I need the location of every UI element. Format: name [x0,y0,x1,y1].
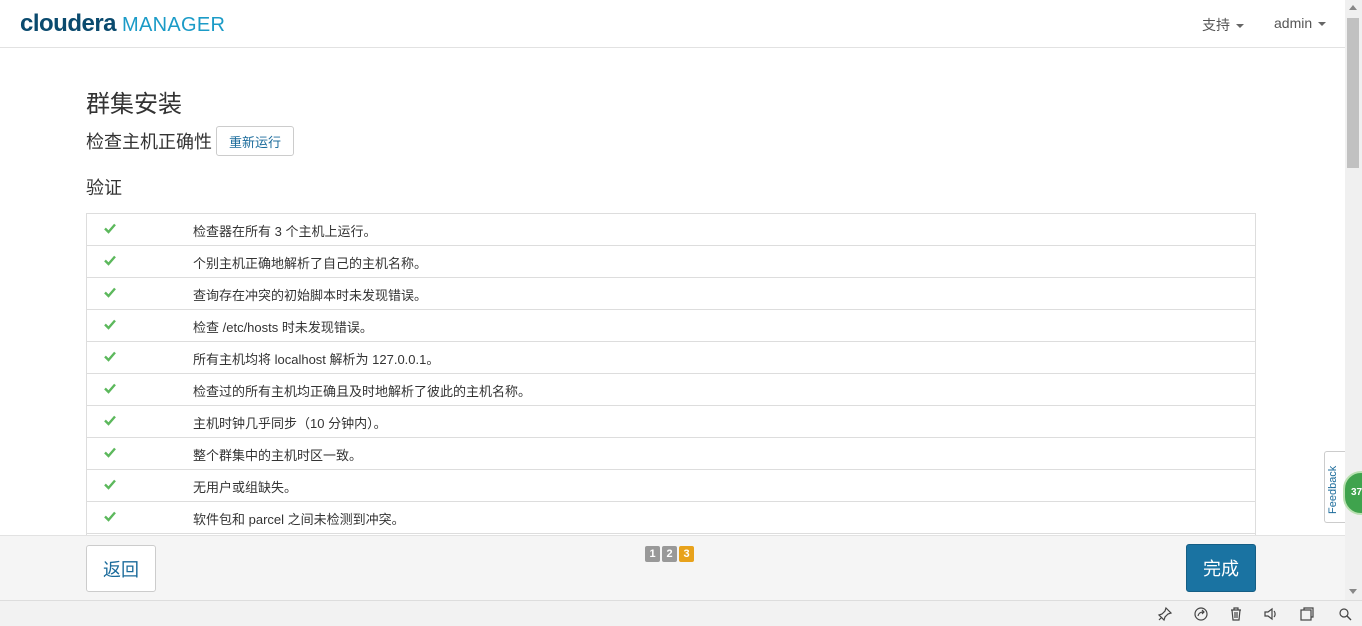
support-menu-label: 支持 [1202,17,1230,33]
check-text: 个别主机正确地解析了自己的主机名称。 [193,256,428,271]
check-text: 检查 /etc/hosts 时未发现错误。 [193,320,373,335]
check-text: 无用户或组缺失。 [193,480,298,495]
wizard-footer: 返回 1 2 3 完成 [0,535,1345,601]
top-navbar: cloudera MANAGER 支持 admin [0,0,1345,48]
support-menu[interactable]: 支持 [1202,15,1244,35]
pin-icon[interactable] [1157,606,1173,622]
check-text: 整个群集中的主机时区一致。 [193,448,363,463]
check-icon [104,447,116,458]
feedback-tab[interactable]: Feedback [1324,451,1345,523]
check-icon [104,319,116,330]
table-row: 个别主机正确地解析了自己的主机名称。 [87,246,1255,278]
logo-product: MANAGER [122,14,226,36]
check-icon [104,255,116,266]
caret-down-icon [1318,22,1327,27]
table-row: 无用户或组缺失。 [87,470,1255,502]
check-text: 主机时钟几乎同步（10 分钟内）。 [193,416,387,431]
step-2[interactable]: 2 [662,546,677,562]
step-1[interactable]: 1 [645,546,660,562]
window-icon[interactable] [1299,606,1315,622]
check-icon [104,383,116,394]
check-text: 所有主机均将 localhost 解析为 127.0.0.1。 [193,352,440,367]
page-subtitle: 检查主机正确性 [86,132,212,152]
speaker-icon[interactable] [1263,606,1279,622]
back-button[interactable]: 返回 [86,545,156,592]
feedback-label: Feedback [1327,465,1339,514]
user-menu-label: admin [1274,15,1313,31]
check-text: 检查器在所有 3 个主机上运行。 [193,224,377,239]
table-row: 主机时钟几乎同步（10 分钟内）。 [87,406,1255,438]
table-row: 查询存在冲突的初始脚本时未发现错误。 [87,278,1255,310]
validation-checks-table: 检查器在所有 3 个主机上运行。 个别主机正确地解析了自己的主机名称。 查询存在… [86,213,1256,535]
section-title: 验证 [86,178,122,198]
check-text: 软件包和 parcel 之间未检测到冲突。 [193,512,405,527]
scrollbar-thumb[interactable] [1347,18,1359,168]
table-row: 检查过的所有主机均正确且及时地解析了彼此的主机名称。 [87,374,1255,406]
check-icon [104,479,116,490]
scroll-down-icon[interactable] [1349,589,1357,594]
check-icon [104,287,116,298]
page-title: 群集安装 [86,91,182,118]
subtitle-row: 检查主机正确性 重新运行 [86,125,295,157]
table-row: 检查器在所有 3 个主机上运行。 [87,214,1255,246]
table-row: 检查 /etc/hosts 时未发现错误。 [87,310,1255,342]
logo-brand: cloudera [20,10,117,37]
table-row: 所有主机均将 localhost 解析为 127.0.0.1。 [87,342,1255,374]
user-menu[interactable]: admin [1274,15,1327,31]
rerun-button[interactable]: 重新运行 [216,126,295,156]
trash-icon[interactable] [1228,606,1244,622]
browser-status-bar [0,600,1362,626]
step-3[interactable]: 3 [679,546,694,562]
share-icon[interactable] [1193,606,1209,622]
check-text: 检查过的所有主机均正确且及时地解析了彼此的主机名称。 [193,384,532,399]
check-icon [104,351,116,362]
cloudera-manager-logo[interactable]: cloudera MANAGER [20,10,225,38]
table-row: 整个群集中的主机时区一致。 [87,438,1255,470]
check-icon [104,511,116,522]
scroll-up-icon[interactable] [1349,5,1357,10]
finish-button[interactable]: 完成 [1186,544,1256,592]
step-indicator: 1 2 3 [645,546,694,562]
check-icon [104,223,116,234]
caret-down-icon [1236,24,1244,29]
search-icon[interactable] [1337,606,1353,622]
table-row: 软件包和 parcel 之间未检测到冲突。 [87,502,1255,534]
check-text: 查询存在冲突的初始脚本时未发现错误。 [193,288,428,303]
check-icon [104,415,116,426]
